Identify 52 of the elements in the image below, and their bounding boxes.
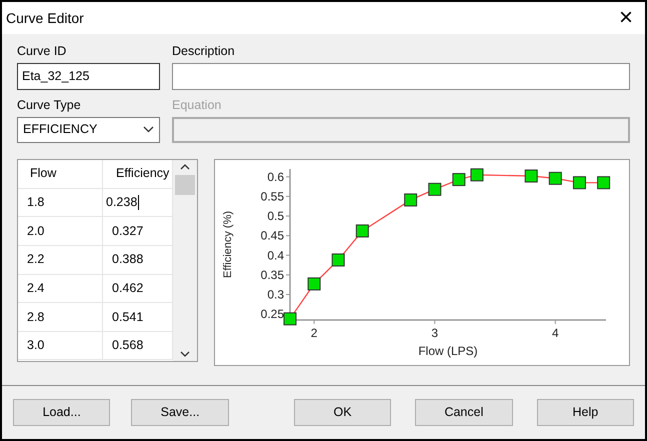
close-button[interactable]: × (614, 6, 637, 30)
scroll-down-icon[interactable] (180, 350, 190, 356)
data-point-marker (572, 176, 586, 189)
column-header: Flow (18, 160, 103, 188)
y-tick-label: 0.3 (267, 287, 284, 301)
table-cell[interactable]: 1.8 (18, 188, 103, 216)
field-label: Curve Type (17, 96, 82, 114)
data-point-marker (308, 276, 321, 290)
data-point-marker (470, 168, 484, 181)
x-tick-label: 4 (552, 326, 559, 340)
table-cell[interactable]: 2.8 (18, 303, 103, 331)
table-cell[interactable]: 2.4 (18, 274, 103, 302)
scrollbar-thumb[interactable] (175, 175, 195, 195)
table-cell[interactable]: 2.2 (18, 246, 103, 274)
data-point-marker (524, 169, 538, 182)
y-tick-label: 0.55 (260, 188, 284, 203)
data-point-marker (332, 252, 345, 266)
dialog-button[interactable]: Save... (131, 399, 229, 426)
field-label: Curve ID (17, 43, 68, 60)
y-tick-label: 0.6 (267, 169, 284, 184)
table-cell[interactable]: 2.0 (18, 217, 103, 245)
data-point-marker (356, 224, 369, 237)
data-point-marker (548, 171, 562, 184)
data-point-marker (404, 192, 418, 206)
field-label: Equation (172, 96, 222, 114)
curve-type-dropdown[interactable]: EFFICIENCY (17, 116, 160, 142)
data-point-marker (452, 172, 466, 186)
x-tick-label: 3 (431, 326, 438, 340)
vertical-scrollbar[interactable] (173, 160, 197, 360)
dialog-button[interactable]: OK (294, 399, 392, 426)
y-tick-label: 0.4 (267, 248, 284, 262)
data-point-marker (428, 182, 442, 196)
curve-id-field[interactable]: Eta_32_125 (17, 62, 160, 90)
y-tick-label: 0.45 (260, 228, 284, 242)
y-tick-label: 0.5 (267, 208, 284, 223)
window-title: Curve Editor (6, 8, 84, 28)
chevron-down-icon (143, 126, 154, 133)
dialog-button[interactable]: Help (536, 399, 634, 426)
text-cursor (138, 194, 140, 210)
data-point-marker (597, 176, 610, 189)
description-field[interactable] (172, 62, 630, 90)
y-tick-label: 0.35 (260, 267, 284, 282)
scroll-up-icon[interactable] (180, 164, 190, 170)
dialog-button[interactable]: Load... (13, 399, 110, 426)
x-axis-title: Flow (LPS) (418, 344, 478, 358)
field-label: Description (172, 43, 236, 60)
data-point-marker (284, 312, 296, 325)
x-tick-label: 2 (310, 326, 318, 340)
y-axis-title: Efficiency (%) (222, 210, 234, 278)
y-tick-label: 0.25 (260, 306, 284, 321)
dialog-button[interactable]: Cancel (415, 399, 513, 426)
table-cell[interactable]: 3.0 (18, 332, 103, 360)
